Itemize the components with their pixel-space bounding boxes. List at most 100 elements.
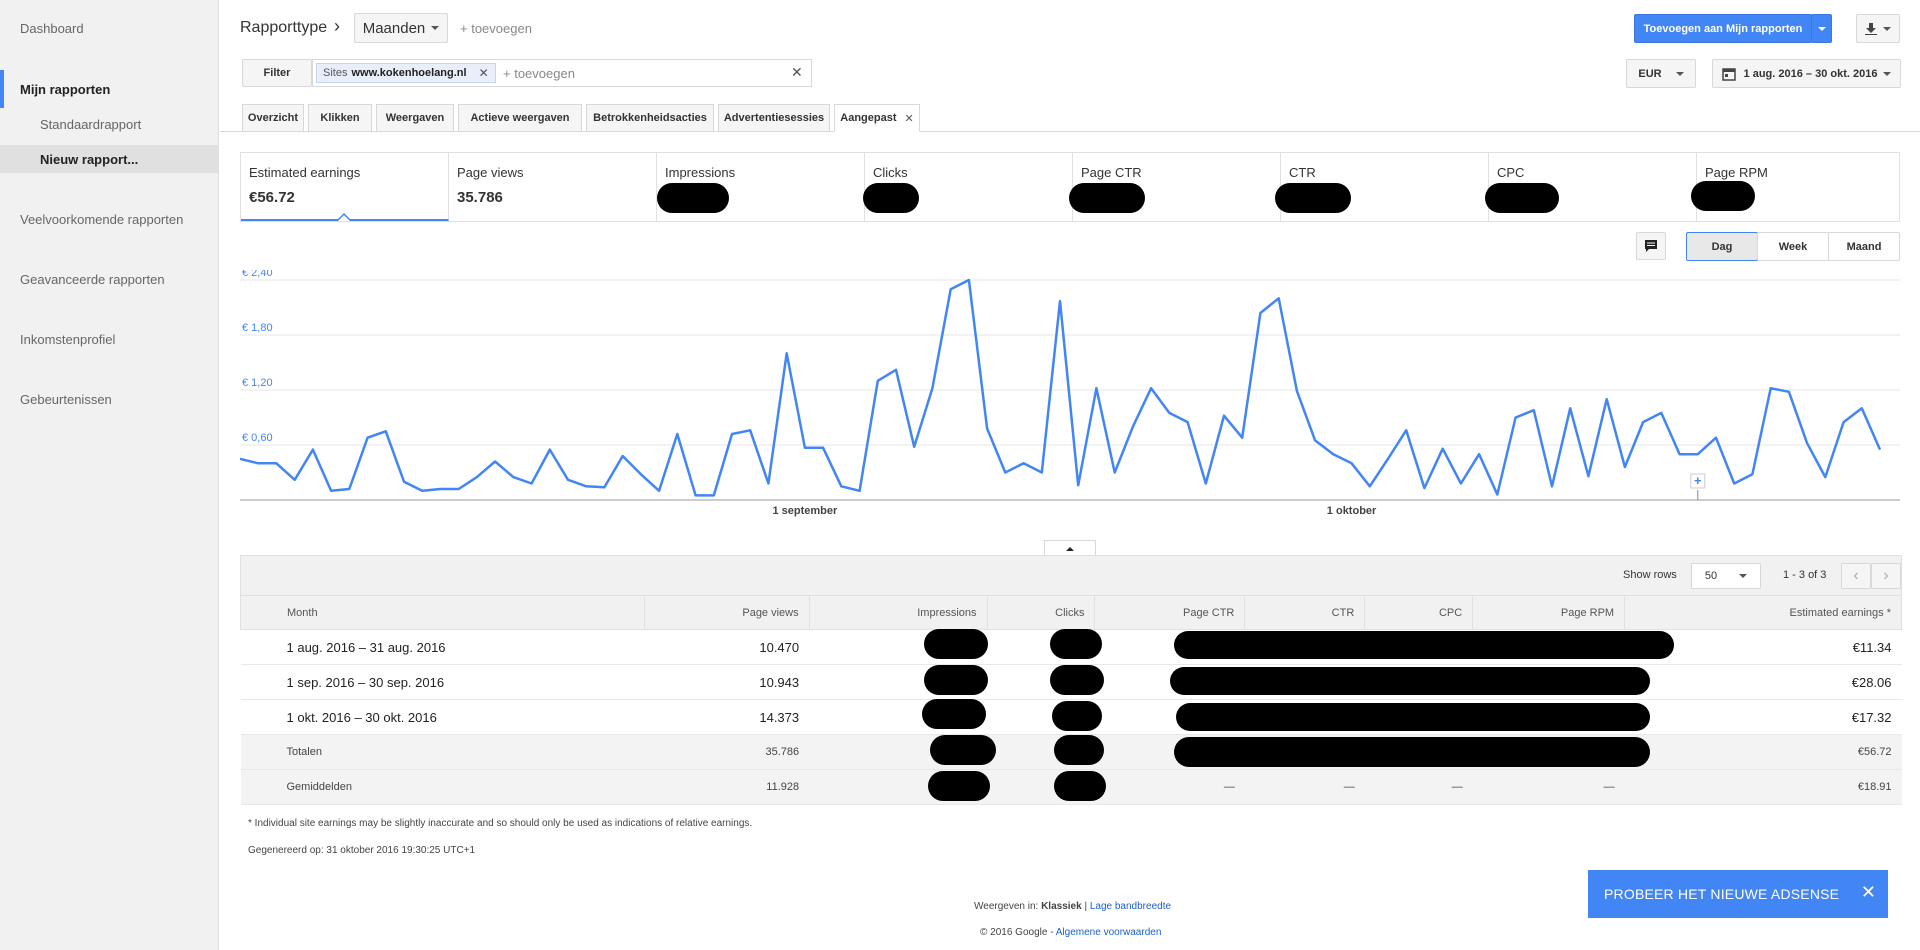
comment-icon: [1645, 240, 1657, 252]
metric-clicks[interactable]: Clicks: [863, 153, 1073, 221]
view-mode-klassiek: Klassiek: [1041, 901, 1082, 912]
tab-actieve-weergaven[interactable]: Actieve weergaven: [458, 104, 582, 132]
tab-weergaven[interactable]: Weergaven: [376, 104, 454, 132]
sidebar-item-standaardrapport[interactable]: Standaardrapport: [40, 117, 141, 132]
main-content: Rapporttype › Maanden + toevoegen Toevoe…: [220, 0, 1920, 950]
chevron-left-icon: ‹: [1853, 567, 1859, 584]
col-page-views[interactable]: Page views: [643, 595, 810, 630]
redaction-blob: [1275, 183, 1351, 213]
metric-cpc[interactable]: CPC: [1485, 153, 1697, 221]
try-new-adsense-banner[interactable]: PROBEER HET NIEUWE ADSENSE ✕: [1588, 870, 1888, 918]
chart-collapse-toggle[interactable]: [1044, 540, 1096, 556]
filter-button[interactable]: Filter: [242, 59, 312, 87]
close-icon[interactable]: ✕: [1861, 882, 1876, 903]
col-page-rpm[interactable]: Page RPM: [1472, 595, 1626, 630]
rows-per-page-select[interactable]: 50: [1691, 563, 1761, 589]
col-cpc[interactable]: CPC: [1364, 595, 1474, 630]
terms-link[interactable]: Algemene voorwaarden: [1056, 927, 1162, 938]
tab-betrokkenheidsacties[interactable]: Betrokkenheidsacties: [586, 104, 714, 132]
metric-page-views[interactable]: Page views 35.786: [449, 153, 657, 221]
totals-page-views: 35.786: [644, 734, 810, 770]
granularity-day[interactable]: Dag: [1686, 232, 1758, 261]
metric-page-ctr[interactable]: Page CTR: [1069, 153, 1281, 221]
chevron-right-icon: ›: [1883, 567, 1889, 584]
tab-klikken[interactable]: Klikken: [308, 104, 372, 132]
col-month[interactable]: Month: [240, 595, 645, 630]
date-range-picker[interactable]: 1 aug. 2016 – 30 okt. 2016: [1712, 59, 1901, 88]
report-table-container: Show rows 50 1 - 3 of 3 ‹ › Month Page v…: [240, 555, 1902, 805]
metric-page-rpm[interactable]: Page RPM: [1691, 153, 1901, 221]
col-page-ctr[interactable]: Page CTR: [1094, 595, 1246, 630]
averages-page-rpm: —: [1472, 769, 1625, 805]
sidebar-item-nieuw-rapport[interactable]: Nieuw rapport...: [40, 152, 138, 167]
chevron-up-icon: [1066, 546, 1074, 551]
col-estimated-earnings[interactable]: Estimated earnings *: [1624, 595, 1902, 630]
download-icon: [1865, 22, 1877, 35]
add-to-reports-dropdown[interactable]: [1811, 14, 1832, 43]
close-icon[interactable]: ✕: [905, 112, 914, 125]
granularity-month[interactable]: Maand: [1828, 232, 1900, 261]
cell-earnings: €28.06: [1624, 664, 1902, 700]
generated-timestamp: Gegenereerd op: 31 oktober 2016 19:30:25…: [248, 845, 476, 856]
clear-filter-icon[interactable]: ✕: [791, 64, 803, 81]
sidebar-item-geavanceerde[interactable]: Geavanceerde rapporten: [20, 272, 165, 287]
averages-label: Gemiddelden: [240, 769, 645, 805]
redaction-blob: [1170, 667, 1650, 695]
redaction-blob: [1050, 629, 1102, 659]
sidebar-item-gebeurtenissen[interactable]: Gebeurtenissen: [20, 392, 112, 407]
filter-input-box[interactable]: Sites www.kokenhoelang.nl ✕ + toevoegen …: [312, 59, 812, 87]
cell-earnings: €17.32: [1624, 699, 1902, 735]
date-range-value: 1 aug. 2016 – 30 okt. 2016: [1743, 67, 1878, 80]
next-page-button[interactable]: ›: [1871, 563, 1901, 589]
col-clicks[interactable]: Clicks: [986, 595, 1096, 630]
col-ctr[interactable]: CTR: [1244, 595, 1366, 630]
rapporttype-label[interactable]: Rapporttype: [240, 19, 327, 37]
metric-estimated-earnings[interactable]: Estimated earnings €56.72: [241, 153, 449, 221]
add-dimension-link[interactable]: + toevoegen: [460, 21, 532, 36]
tab-advertentiesessies[interactable]: Advertentiesessies: [718, 104, 830, 132]
redaction-blob: [657, 183, 729, 213]
chip-value: www.kokenhoelang.nl: [351, 67, 467, 79]
redaction-blob: [930, 735, 996, 765]
granularity-week[interactable]: Week: [1757, 232, 1829, 261]
metric-label: Page views: [457, 165, 524, 180]
metric-impressions[interactable]: Impressions: [657, 153, 865, 221]
metric-ctr[interactable]: CTR: [1275, 153, 1489, 221]
calendar-icon: [1721, 67, 1736, 81]
y-tick-label: € 2,40: [242, 270, 273, 279]
redaction-blob: [928, 771, 990, 801]
currency-select[interactable]: EUR: [1626, 59, 1696, 88]
chevron-down-icon: [1739, 574, 1748, 578]
view-mode-low-bandwidth-link[interactable]: Lage bandbreedte: [1090, 901, 1171, 912]
y-tick-label: € 1,20: [242, 377, 273, 389]
metrics-bar: Estimated earnings €56.72 Page views 35.…: [240, 152, 1900, 222]
metric-label: Page CTR: [1081, 165, 1142, 180]
cell-page-views: 10.470: [644, 629, 810, 665]
cell-month: 1 okt. 2016 – 30 okt. 2016: [240, 699, 645, 735]
pagination-range: 1 - 3 of 3: [1783, 569, 1827, 581]
sidebar-item-dashboard[interactable]: Dashboard: [20, 21, 84, 36]
redaction-blob: [1054, 735, 1104, 765]
table-toolbar: Show rows 50 1 - 3 of 3 ‹ ›: [240, 555, 1902, 595]
add-to-reports-button[interactable]: Toevoegen aan Mijn rapporten: [1634, 14, 1812, 43]
prev-page-button[interactable]: ‹: [1841, 563, 1871, 589]
tab-overzicht[interactable]: Overzicht: [242, 104, 304, 132]
sidebar-item-veelvoorkomende[interactable]: Veelvoorkomende rapporten: [20, 212, 183, 227]
redaction-blob: [922, 699, 986, 729]
col-impressions[interactable]: Impressions: [808, 595, 988, 630]
chevron-down-icon: [1883, 71, 1892, 76]
x-tick-label: 1 oktober: [1327, 505, 1377, 517]
annotation-button[interactable]: [1636, 232, 1666, 260]
x-tick-label: 1 september: [772, 505, 838, 517]
tab-aangepast[interactable]: Aangepast ✕: [834, 104, 920, 132]
sidebar-item-mijn-rapporten[interactable]: Mijn rapporten: [20, 82, 110, 97]
download-button[interactable]: [1856, 14, 1900, 43]
averages-page-views: 11.928: [644, 769, 810, 805]
sidebar-item-inkomstenprofiel[interactable]: Inkomstenprofiel: [20, 332, 115, 347]
redaction-blob: [1174, 631, 1674, 659]
y-tick-label: € 0,60: [242, 432, 273, 444]
site-filter-chip[interactable]: Sites www.kokenhoelang.nl ✕: [316, 63, 496, 83]
close-icon[interactable]: ✕: [479, 66, 489, 80]
period-select[interactable]: Maanden: [354, 13, 448, 43]
redaction-blob: [1176, 703, 1650, 731]
